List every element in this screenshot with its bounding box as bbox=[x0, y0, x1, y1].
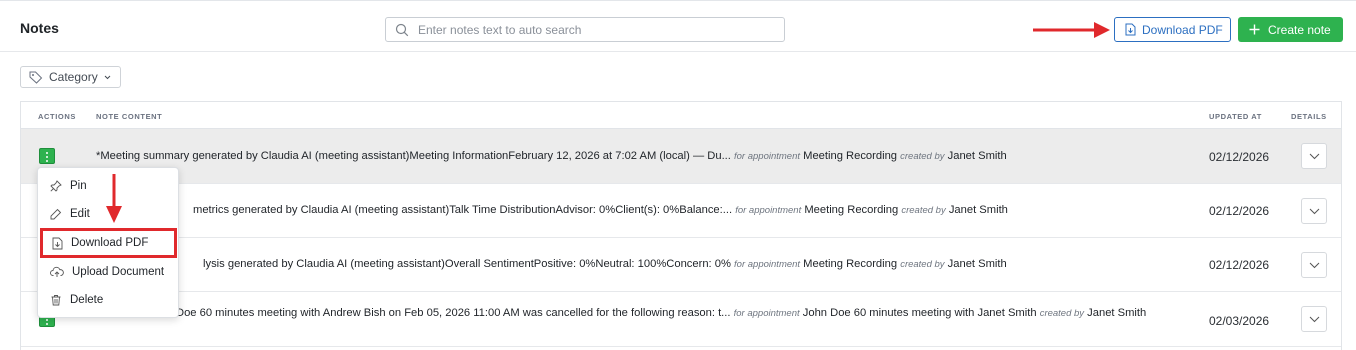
menu-item-delete[interactable]: Delete bbox=[38, 288, 178, 312]
row-actions-menu: Pin Edit Download PDF Upload Document De… bbox=[37, 167, 179, 318]
table-header: ACTIONS NOTE CONTENT UPDATED AT DETAILS bbox=[21, 102, 1341, 129]
create-note-button[interactable]: Create note bbox=[1238, 17, 1343, 42]
chevron-down-icon bbox=[104, 75, 111, 79]
trash-icon bbox=[51, 295, 61, 306]
note-content: Doe 60 minutes meeting with Andrew Bish … bbox=[96, 306, 1186, 321]
page-title: Notes bbox=[20, 20, 59, 36]
menu-item-upload-document[interactable]: Upload Document bbox=[38, 260, 178, 284]
appointment-name: John Doe 60 minutes meeting with Janet S… bbox=[802, 307, 1037, 319]
tag-icon bbox=[29, 71, 43, 84]
column-updated-at: UPDATED AT bbox=[1209, 112, 1262, 121]
menu-label: Download PDF bbox=[71, 237, 149, 249]
author-name: Janet Smith bbox=[948, 204, 1008, 216]
table-row: lysis generated by Claudia AI (meeting a… bbox=[21, 238, 1341, 292]
created-by-label: created by bbox=[901, 205, 946, 216]
details-toggle[interactable] bbox=[1301, 306, 1327, 332]
appointment-name: Meeting Recording bbox=[803, 258, 898, 270]
updated-date: 02/12/2026 bbox=[1209, 258, 1270, 272]
note-text: metrics generated by Claudia AI (meeting… bbox=[193, 204, 733, 216]
table-row: *Meeting summary generated by Claudia AI… bbox=[21, 129, 1341, 184]
download-pdf-button[interactable]: Download PDF bbox=[1114, 17, 1231, 42]
search-input[interactable] bbox=[418, 21, 778, 39]
details-toggle[interactable] bbox=[1301, 143, 1327, 169]
menu-label: Edit bbox=[70, 208, 90, 220]
for-appointment-label: for appointment bbox=[735, 205, 802, 216]
category-label: Category bbox=[49, 70, 98, 84]
plus-icon bbox=[1249, 24, 1260, 35]
chevron-down-icon bbox=[1309, 262, 1320, 269]
category-filter[interactable]: Category bbox=[20, 66, 121, 88]
for-appointment-label: for appointment bbox=[733, 308, 800, 319]
author-name: Janet Smith bbox=[947, 150, 1007, 162]
chevron-down-icon bbox=[1309, 316, 1320, 323]
column-note-content: NOTE CONTENT bbox=[96, 112, 163, 121]
updated-date: 02/03/2026 bbox=[1209, 314, 1270, 328]
pdf-file-icon bbox=[52, 237, 63, 249]
row-actions-button[interactable] bbox=[39, 148, 55, 164]
note-text: lysis generated by Claudia AI (meeting a… bbox=[203, 258, 731, 270]
search-icon bbox=[395, 23, 409, 37]
created-by-label: created by bbox=[900, 151, 945, 162]
pin-icon bbox=[50, 180, 62, 192]
download-pdf-label: Download PDF bbox=[1142, 22, 1223, 37]
note-content: lysis generated by Claudia AI (meeting a… bbox=[203, 258, 1007, 270]
note-content: *Meeting summary generated by Claudia AI… bbox=[96, 150, 1007, 162]
column-details: DETAILS bbox=[1291, 112, 1327, 121]
notes-page: Notes Download PDF Create note bbox=[0, 0, 1356, 350]
for-appointment-label: for appointment bbox=[734, 151, 801, 162]
table-row: metrics generated by Claudia AI (meeting… bbox=[21, 184, 1341, 238]
chevron-down-icon bbox=[1309, 208, 1320, 215]
edit-icon bbox=[50, 208, 62, 220]
updated-date: 02/12/2026 bbox=[1209, 204, 1270, 218]
menu-label: Delete bbox=[70, 294, 104, 306]
notes-table: ACTIONS NOTE CONTENT UPDATED AT DETAILS … bbox=[20, 101, 1342, 350]
for-appointment-label: for appointment bbox=[734, 259, 801, 270]
menu-label: Upload Document bbox=[72, 266, 165, 278]
details-toggle[interactable] bbox=[1301, 252, 1327, 278]
note-text: Doe 60 minutes meeting with Andrew Bish … bbox=[176, 307, 731, 319]
details-toggle[interactable] bbox=[1301, 198, 1327, 224]
author-name: Janet Smith bbox=[1087, 307, 1147, 319]
column-actions: ACTIONS bbox=[38, 112, 76, 121]
appointment-name: Meeting Recording bbox=[804, 204, 899, 216]
menu-item-pin[interactable]: Pin bbox=[38, 174, 178, 198]
created-by-label: created by bbox=[900, 259, 945, 270]
menu-item-edit[interactable]: Edit bbox=[38, 202, 178, 226]
created-by-label: created by bbox=[1039, 308, 1085, 319]
search-box[interactable] bbox=[385, 17, 785, 42]
table-row: Doe 60 minutes meeting with Andrew Bish … bbox=[21, 292, 1341, 347]
author-name: Janet Smith bbox=[947, 258, 1007, 270]
appointment-name: Meeting Recording bbox=[803, 150, 898, 162]
menu-label: Pin bbox=[70, 180, 87, 192]
chevron-down-icon bbox=[1309, 153, 1320, 160]
upload-cloud-icon bbox=[50, 266, 64, 277]
notes-header: Notes Download PDF Create note bbox=[0, 4, 1356, 52]
pdf-file-icon bbox=[1125, 23, 1136, 36]
updated-date: 02/12/2026 bbox=[1209, 150, 1270, 164]
note-text: *Meeting summary generated by Claudia AI… bbox=[96, 150, 731, 162]
create-note-label: Create note bbox=[1268, 22, 1331, 37]
note-content: metrics generated by Claudia AI (meeting… bbox=[193, 204, 1008, 216]
menu-item-download-pdf[interactable]: Download PDF bbox=[40, 228, 177, 258]
